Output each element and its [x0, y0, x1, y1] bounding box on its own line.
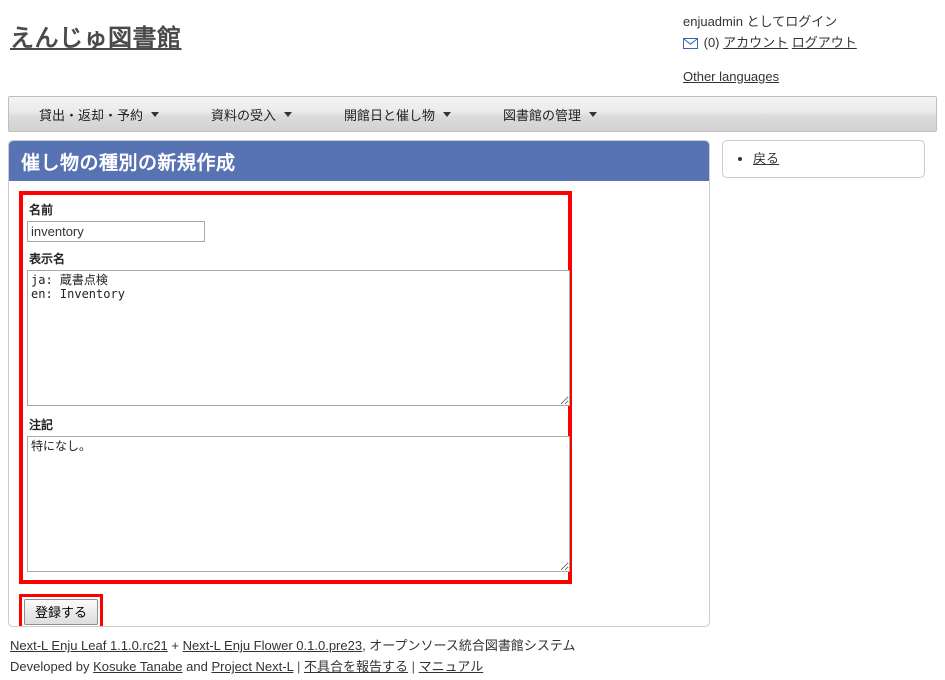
- display-name-field-label: 表示名: [29, 252, 66, 266]
- chevron-down-icon: [151, 111, 160, 117]
- footer-separator-2: |: [411, 659, 416, 674]
- footer-plus: +: [171, 638, 179, 653]
- message-line: (0) アカウント ログアウト: [683, 33, 945, 55]
- chevron-down-icon: [443, 111, 452, 117]
- nav-item-circulation[interactable]: 貸出・返却・予約: [39, 105, 160, 124]
- page-footer: Next-L Enju Leaf 1.1.0.rc21 + Next-L Enj…: [0, 635, 945, 677]
- note-field-label: 注記: [29, 418, 54, 432]
- nav-item-administration[interactable]: 図書館の管理: [503, 105, 598, 124]
- page-title: 催し物の種別の新規作成: [21, 152, 236, 174]
- enju-flower-link[interactable]: Next-L Enju Flower 0.1.0.pre23: [183, 638, 362, 653]
- report-bug-link[interactable]: 不具合を報告する: [304, 659, 408, 674]
- other-languages-link[interactable]: Other languages: [683, 69, 779, 84]
- content-panel: 催し物の種別の新規作成 名前 表示名 注記 特になし。 登録する: [8, 140, 710, 627]
- submit-button[interactable]: 登録する: [24, 599, 99, 625]
- footer-line-2: Developed by Kosuke Tanabe and Project N…: [10, 656, 945, 677]
- nav-item-acquisition-label: 資料の受入: [211, 107, 277, 123]
- user-session-box: enjuadmin としてログイン (0) アカウント ログアウト Other …: [655, 12, 945, 87]
- footer-tagline: , オープンソース統合図書館システム: [362, 638, 576, 653]
- other-languages-line: Other languages: [683, 67, 945, 87]
- footer-separator-1: |: [296, 659, 301, 674]
- manual-link[interactable]: マニュアル: [419, 659, 484, 674]
- body-wrapper: 催し物の種別の新規作成 名前 表示名 注記 特になし。 登録する 戻る: [0, 140, 945, 630]
- name-field-label: 名前: [29, 203, 54, 217]
- sidebar-list: 戻る: [723, 151, 924, 167]
- sidebar-item-back-link[interactable]: 戻る: [753, 151, 779, 166]
- chevron-down-icon: [284, 111, 293, 117]
- site-title-link[interactable]: えんじゅ図書館: [10, 18, 182, 53]
- footer-and: and: [186, 659, 208, 674]
- footer-line-1: Next-L Enju Leaf 1.1.0.rc21 + Next-L Enj…: [10, 635, 945, 656]
- chevron-down-icon: [589, 111, 598, 117]
- logged-in-as-text: enjuadmin としてログイン: [683, 14, 838, 29]
- nav-item-events[interactable]: 開館日と催し物: [344, 105, 452, 124]
- message-count: (0): [703, 35, 720, 50]
- envelope-icon[interactable]: [683, 35, 698, 55]
- page-header: えんじゅ図書館 enjuadmin としてログイン (0) アカウント ログアウ…: [0, 0, 945, 96]
- sidebar-item-back[interactable]: 戻る: [753, 151, 924, 167]
- submit-highlight-box: 登録する: [19, 594, 104, 626]
- nav-item-acquisition[interactable]: 資料の受入: [211, 105, 293, 124]
- display-name-textarea[interactable]: [27, 270, 570, 406]
- sidebar: 戻る: [722, 140, 925, 178]
- name-input[interactable]: [27, 221, 205, 242]
- account-link[interactable]: アカウント: [723, 35, 788, 50]
- event-category-form: 名前 表示名 注記 特になし。 登録する: [9, 181, 709, 626]
- nav-item-circulation-label: 貸出・返却・予約: [39, 107, 144, 123]
- enju-leaf-link[interactable]: Next-L Enju Leaf 1.1.0.rc21: [10, 638, 168, 653]
- footer-developed-by: Developed by: [10, 659, 90, 674]
- note-textarea[interactable]: 特になし。: [27, 436, 570, 572]
- author-link[interactable]: Kosuke Tanabe: [93, 659, 182, 674]
- project-next-l-link[interactable]: Project Next-L: [211, 659, 293, 674]
- nav-item-events-label: 開館日と催し物: [344, 107, 436, 123]
- main-navigation-bar: 貸出・返却・予約 資料の受入 開館日と催し物 図書館の管理: [8, 96, 937, 132]
- sidebar-box: 戻る: [722, 140, 925, 178]
- nav-item-administration-label: 図書館の管理: [503, 107, 582, 123]
- form-fields-highlight-box: 名前 表示名 注記 特になし。: [19, 191, 572, 584]
- logout-link[interactable]: ログアウト: [792, 35, 857, 50]
- page-title-bar: 催し物の種別の新規作成: [9, 141, 709, 181]
